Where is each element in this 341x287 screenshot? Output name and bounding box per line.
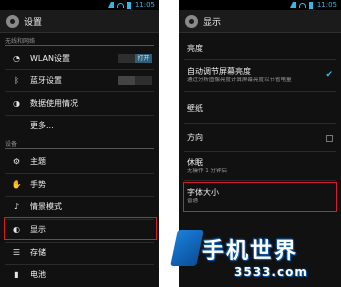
page-title: 设置 [24, 17, 43, 28]
display-settings-screen: 11:05 显示 亮度 自动调节屏幕亮度 通过分析图像亮度计算屏幕亮度以节省电量… [179, 0, 341, 287]
data-usage-item[interactable]: ◑ 数据使用情况 [0, 95, 159, 111]
battery-item[interactable]: ▮ 电池 [0, 266, 159, 282]
action-bar: 设置 [0, 10, 159, 33]
check-icon[interactable]: ✔ [325, 71, 333, 80]
divider [184, 123, 336, 124]
wlan-toggle[interactable]: 打开 [118, 53, 152, 63]
wifi-status-icon [116, 2, 124, 8]
wifi-status-icon [298, 2, 306, 8]
data-usage-label: 数据使用情况 [30, 98, 78, 108]
gesture-item[interactable]: ✋ 手势 [0, 176, 159, 192]
orientation-checkbox[interactable] [326, 135, 333, 142]
status-bar: 11:05 [0, 0, 159, 10]
brightness-title: 亮度 [187, 44, 203, 53]
page-title: 显示 [203, 17, 222, 28]
divider [5, 69, 154, 70]
status-time: 11:05 [316, 1, 337, 9]
theme-item[interactable]: ⚙ 主题 [0, 153, 159, 169]
storage-icon: ☰ [12, 247, 21, 257]
brightness-item[interactable]: 亮度 [187, 44, 333, 54]
orientation-title: 方向 [187, 133, 203, 142]
status-time: 11:05 [134, 1, 155, 9]
orientation-item[interactable]: 方向 [187, 133, 333, 143]
wlan-toggle-state: 打开 [135, 53, 152, 63]
section-header-wireless: 无线和网络 [5, 36, 154, 46]
auto-brightness-subtitle: 通过分析图像亮度计算屏幕亮度以节省电量 [187, 77, 292, 83]
theme-icon: ⚙ [12, 156, 21, 166]
settings-app-icon [6, 14, 19, 28]
wlan-settings-item[interactable]: ◔ WLAN设置 打开 [0, 50, 159, 66]
auto-brightness-title: 自动调节屏幕亮度 [187, 67, 251, 76]
action-bar[interactable]: 显示 [179, 10, 341, 33]
battery-status-icon [308, 1, 313, 9]
divider [184, 151, 336, 152]
storage-label: 存储 [30, 247, 46, 257]
hand-icon: ✋ [11, 179, 22, 189]
battery-icon: ▮ [14, 269, 19, 279]
divider [5, 115, 154, 116]
divider [184, 91, 336, 92]
divider [5, 196, 154, 197]
section-header-device: 设备 [5, 139, 154, 149]
more-item[interactable]: 更多... [0, 117, 159, 133]
scene-mode-item[interactable]: ♪ 情景模式 [0, 198, 159, 214]
scene-label: 情景模式 [30, 201, 62, 211]
scene-icon: ♪ [13, 201, 20, 211]
divider [5, 91, 154, 92]
settings-app-icon[interactable] [185, 14, 198, 28]
sleep-subtitle: 无操作 1 分钟后 [187, 168, 227, 174]
sleep-title: 休眠 [187, 158, 203, 167]
divider [5, 173, 154, 174]
bluetooth-icon: ᛒ [14, 75, 19, 85]
battery-status-icon [126, 1, 131, 9]
font-size-highlight-box [183, 182, 337, 212]
signal-icon [107, 2, 114, 8]
bluetooth-toggle-state [118, 75, 135, 85]
gesture-label: 手势 [30, 179, 46, 189]
bluetooth-label: 蓝牙设置 [30, 75, 62, 85]
status-bar: 11:05 [179, 0, 341, 10]
data-usage-icon: ◑ [13, 98, 20, 108]
signal-icon [289, 2, 296, 8]
wifi-icon: ◔ [13, 53, 20, 63]
divider [184, 59, 336, 60]
theme-label: 主题 [30, 156, 46, 166]
divider [5, 264, 154, 265]
divider [184, 180, 336, 181]
bluetooth-toggle[interactable] [118, 75, 152, 85]
sleep-item[interactable]: 休眠 无操作 1 分钟后 [187, 158, 333, 175]
display-highlight-box [4, 217, 157, 240]
more-label: 更多... [30, 120, 54, 130]
wallpaper-title: 壁纸 [187, 104, 203, 113]
divider [5, 242, 154, 243]
settings-screen: 11:05 设置 无线和网络 ◔ WLAN设置 打开 ᛒ 蓝牙设置 ◑ 数据使用… [0, 0, 159, 287]
battery-label: 电池 [30, 269, 46, 279]
bluetooth-settings-item[interactable]: ᛒ 蓝牙设置 [0, 72, 159, 88]
wallpaper-item[interactable]: 壁纸 [187, 104, 333, 114]
wlan-label: WLAN设置 [30, 53, 71, 63]
storage-item[interactable]: ☰ 存储 [0, 244, 159, 260]
auto-brightness-item[interactable]: 自动调节屏幕亮度 通过分析图像亮度计算屏幕亮度以节省电量 ✔ [187, 67, 333, 84]
